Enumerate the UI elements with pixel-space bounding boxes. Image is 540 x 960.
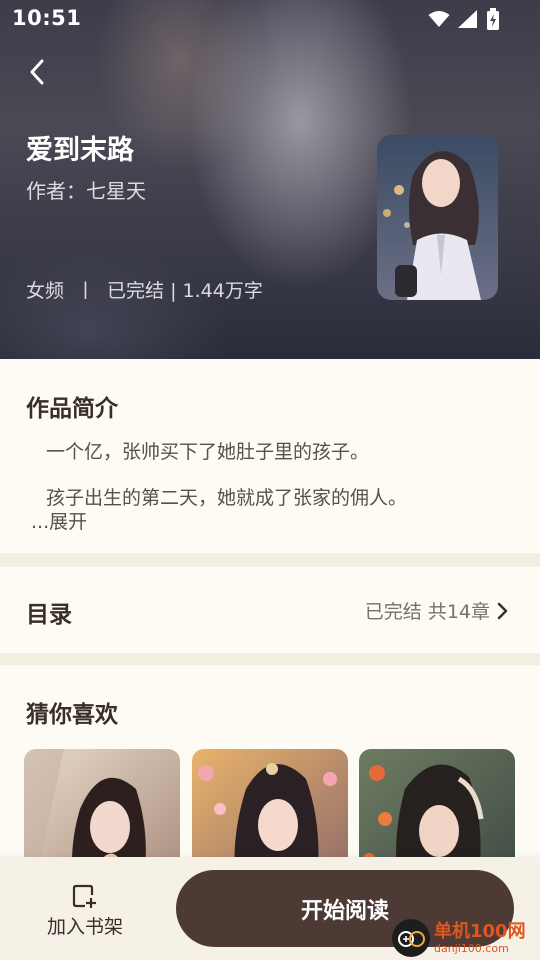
start-reading-label: 开始阅读 [300, 898, 389, 924]
catalog-row[interactable]: 目录 已完结 共14章 [0, 567, 540, 653]
back-arrow-icon [30, 59, 44, 85]
bookshelf-add-icon [72, 884, 96, 908]
catalog-heading: 目录 [26, 602, 72, 628]
book-header: 10:51 爱到末路 作者： 七星天 女频 丨 已完结 | 1.44万字 [0, 0, 540, 359]
watermark-logo [392, 919, 430, 957]
chevron-right-icon [497, 602, 508, 619]
intro-heading: 作品简介 [26, 396, 118, 422]
catalog-summary[interactable]: 已完结 共14章 [365, 597, 508, 624]
intro-paragraph: 孩子出生的第二天，她就成了张家的佣人。 [46, 487, 408, 509]
meta-separator: 丨 [76, 280, 96, 302]
status-icons [428, 8, 500, 30]
add-to-bookshelf-button[interactable]: 加入书架 [30, 883, 140, 943]
author-name[interactable]: 七星天 [86, 175, 146, 204]
status-time: 10:51 [12, 6, 82, 30]
book-meta: 女频 丨 已完结 | 1.44万字 [26, 276, 263, 303]
expand-link[interactable]: ...展开 [31, 507, 87, 534]
author-row: 作者： 七星天 [26, 175, 146, 204]
watermark-url: danji100.com [434, 941, 509, 955]
watermark: 单机100网 danji100.com [392, 917, 538, 959]
intro-paragraph: 一个亿，张帅买下了她肚子里的孩子。 [46, 441, 370, 463]
signal-icon [458, 10, 477, 28]
back-button[interactable] [22, 56, 52, 88]
author-label: 作者： [26, 179, 86, 203]
intro-section: 作品简介 一个亿，张帅买下了她肚子里的孩子。 孩子出生的第二天，她就成了张家的佣… [0, 359, 540, 553]
status-bar: 10:51 [0, 0, 540, 36]
wifi-icon [428, 11, 450, 27]
watermark-name: 单机100网 [434, 920, 526, 942]
book-cover [377, 135, 498, 300]
bookshelf-label: 加入书架 [46, 916, 123, 938]
catalog-summary-text: 已完结 共14章 [364, 601, 490, 623]
book-title: 爱到末路 [26, 135, 134, 166]
battery-charging-icon [487, 8, 499, 30]
section-divider [0, 653, 540, 665]
section-divider [0, 553, 540, 567]
book-category: 女频 [26, 280, 65, 302]
recommend-heading: 猜你喜欢 [26, 702, 118, 728]
book-status-words: 已完结 | 1.44万字 [107, 280, 263, 302]
